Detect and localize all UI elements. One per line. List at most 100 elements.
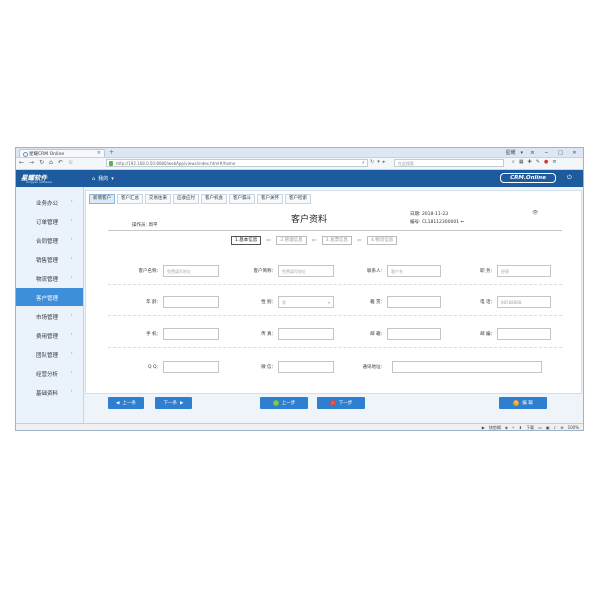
tab-customer-summary[interactable]: 客户汇总 (117, 194, 143, 204)
address-bar[interactable]: http://192.168.0.50:8080/webApp/views/in… (106, 159, 368, 167)
home-menu[interactable]: ⌂ 我的 ▾ (92, 175, 114, 183)
contact-field[interactable]: 客户名 (387, 265, 441, 277)
tab-search[interactable]: 客户检索 (285, 194, 311, 204)
qq-field[interactable] (163, 361, 219, 373)
step-logistics-info[interactable]: 4.物流信息 (366, 236, 398, 245)
customer-short-name-field[interactable]: 免费填写地址 (278, 265, 334, 277)
address-field[interactable] (392, 361, 542, 373)
clip-label[interactable]: 快剪辑 (489, 425, 501, 430)
fax-field[interactable] (278, 328, 334, 340)
maximize-icon[interactable]: □ (556, 150, 565, 156)
field-label: Q Q： (147, 365, 161, 370)
chevron-icon: › (71, 217, 73, 222)
eye-icon[interactable]: 👁 (532, 210, 538, 216)
sidebar-item-orders[interactable]: 订单管理 › (16, 212, 83, 230)
sound-icon[interactable]: ♪ (554, 425, 557, 430)
menu-chevron-icon[interactable]: ▾ (520, 150, 523, 156)
play-icon[interactable]: ▸ (383, 159, 386, 165)
sidebar-item-customers[interactable]: 客户管理 (16, 288, 83, 306)
tab-receivables[interactable]: 应收应付 (173, 194, 199, 204)
new-tab-button[interactable]: + (109, 149, 114, 156)
back-arrow-icon[interactable]: ⇐ (461, 220, 465, 225)
step-basic-info[interactable]: 1.基本信息 (231, 236, 262, 245)
zoom-icon[interactable]: ⊕ (560, 425, 563, 430)
search-box[interactable]: 在此搜索 (394, 159, 504, 167)
search-icon[interactable]: ⌕ (512, 159, 515, 165)
sidebar-item-team[interactable]: 团队管理 › (16, 345, 83, 363)
customer-name-field[interactable]: 免费填写地址 (163, 265, 219, 277)
save-icon[interactable]: ▣ (546, 425, 550, 430)
mobile-field[interactable] (163, 328, 219, 340)
undo-icon[interactable]: ↶ (58, 159, 63, 166)
sidebar-item-sales[interactable]: 销售管理 › (16, 250, 83, 268)
prev-record-button[interactable]: ◀ 上一条 (108, 397, 144, 409)
edit-button[interactable]: ✎ 编 辑 (499, 397, 547, 409)
tab-funnel[interactable]: 客户漏斗 (229, 194, 255, 204)
status-items: ▶ 快剪辑 ◈ ⚡ ⬇ 下载 ▭ ▣ ♪ ⊕ 100% (482, 425, 579, 430)
reload-icon[interactable]: ↻ (39, 159, 44, 166)
chevron-icon: › (71, 350, 73, 355)
accelerate-icon[interactable]: ⚡ (512, 425, 515, 430)
wechat-field[interactable] (278, 361, 334, 373)
minimize-icon[interactable]: − (542, 150, 551, 156)
grid-icon[interactable]: ▦ (519, 159, 524, 165)
tool-icon[interactable]: ✎ (536, 159, 540, 165)
zoom-level[interactable]: 100% (568, 425, 579, 430)
sidebar-item-expenses[interactable]: 费用管理 › (16, 326, 83, 344)
url-text[interactable]: http://192.168.0.50:8080/webApp/views/in… (116, 161, 235, 166)
next-step-button[interactable]: › 下一步 (317, 397, 365, 409)
sidebar-item-basic-data[interactable]: 基础资料 › (16, 383, 83, 401)
page-icon (23, 152, 28, 157)
gender-select[interactable]: 男 ▾ (278, 296, 334, 308)
age-field[interactable] (163, 296, 219, 308)
step-management-info[interactable]: 2.管理信息 (276, 236, 307, 245)
native-place-field[interactable] (387, 296, 441, 308)
sidebar-item-contracts[interactable]: 合同管理 › (16, 231, 83, 249)
prev-step-icon: ‹ (272, 400, 279, 406)
sidebar-item-office[interactable]: 业务办公 › (16, 193, 83, 211)
window-icon[interactable]: ▭ (538, 425, 542, 430)
position-field[interactable]: 经理 (497, 265, 551, 277)
download-icon[interactable]: ⬇ (519, 425, 522, 430)
browser-tab[interactable]: 星耀CRM Online × (19, 149, 105, 157)
user-label[interactable]: 星耀 (505, 149, 515, 156)
back-icon[interactable]: ← (19, 159, 24, 166)
extension-icon[interactable]: ✚ (528, 159, 532, 165)
browser-titlebar: 星耀CRM Online × + 星耀 ▾ ≡ − □ ✕ (16, 148, 583, 158)
close-window-icon[interactable]: ✕ (570, 150, 579, 156)
field-label: 电 话： (480, 300, 495, 305)
forward-icon[interactable]: → (29, 159, 34, 166)
chevron-icon: › (71, 198, 73, 203)
menu-icon[interactable]: ≡ (528, 150, 537, 156)
field-label: 年 龄： (146, 300, 161, 305)
refresh-icon[interactable]: ↻ (370, 159, 374, 165)
postcode-field[interactable] (497, 328, 551, 340)
field-label: 客户名称： (138, 269, 162, 274)
shield-icon[interactable]: ◈ (505, 425, 508, 430)
sidebar-item-logistics[interactable]: 物流管理 › (16, 269, 83, 287)
sidebar: 业务办公 › 订单管理 › 合同管理 › 销售管理 › 物流管理 › 客户管理 市场管理 ›… (16, 187, 84, 423)
close-tab-icon[interactable]: × (97, 150, 101, 156)
field-label: 联系人： (367, 269, 385, 274)
menu-icon[interactable]: ≡ (552, 159, 556, 165)
tab-opportunities[interactable]: 客户机会 (201, 194, 227, 204)
step-invoice-info[interactable]: 3.发票信息 (321, 236, 352, 245)
star-icon[interactable]: ☆ (68, 159, 73, 166)
phone-field[interactable]: 88588888 (497, 296, 551, 308)
tab-transactions[interactable]: 交易往来 (145, 194, 171, 204)
tab-care[interactable]: 客户关怀 (257, 194, 283, 204)
download-label[interactable]: 下载 (526, 425, 534, 430)
next-record-button[interactable]: 下一条 ▶ (155, 397, 192, 409)
email-field[interactable] (387, 328, 441, 340)
prev-step-button[interactable]: ‹ 上一步 (260, 397, 308, 409)
alert-icon[interactable]: ● (544, 159, 548, 165)
tab-new-customer[interactable]: 新增客户 (89, 194, 115, 204)
window-controls: 星耀 ▾ ≡ − □ ✕ (505, 148, 579, 157)
power-icon[interactable]: ⏻ (567, 174, 572, 182)
dropdown-icon[interactable]: ▾ (377, 159, 380, 165)
video-clip-icon[interactable]: ▶ (482, 425, 485, 430)
sidebar-item-marketing[interactable]: 市场管理 › (16, 307, 83, 325)
security-icon[interactable]: ⚡ (361, 160, 365, 166)
home-icon[interactable]: ⌂ (49, 159, 53, 166)
sidebar-item-analysis[interactable]: 经营分析 › (16, 364, 83, 382)
